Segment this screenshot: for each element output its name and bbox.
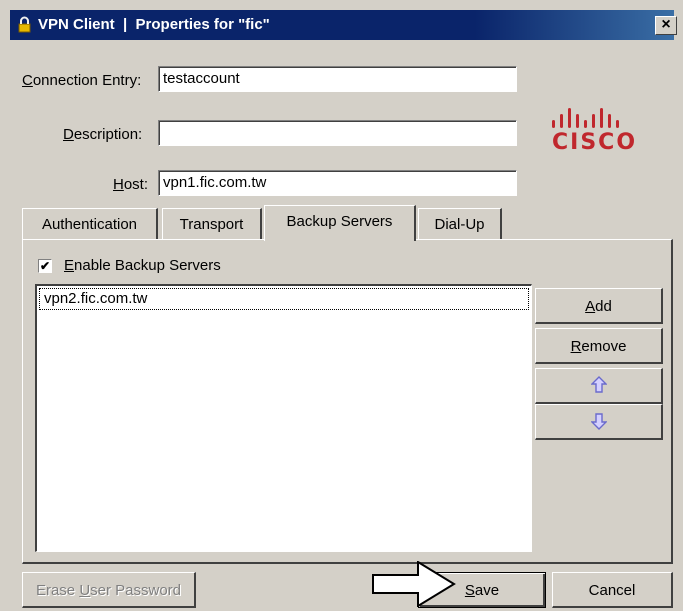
pointer-arrow-icon xyxy=(372,561,456,607)
cancel-button[interactable]: Cancel xyxy=(552,572,673,608)
arrow-up-icon xyxy=(589,376,608,393)
host-label: Host: xyxy=(113,176,149,193)
connection-entry-label: Connection Entry: xyxy=(22,72,142,89)
description-label: Description: xyxy=(63,126,143,143)
tab-dial-up[interactable]: Dial-Up xyxy=(418,208,502,240)
cisco-logo: CISCO xyxy=(550,108,660,156)
close-button[interactable]: × xyxy=(655,16,677,35)
host-field[interactable]: vpn1.fic.com.tw xyxy=(158,170,517,196)
remove-button[interactable]: Remove xyxy=(535,328,663,364)
enable-backup-checkbox[interactable]: ✔ xyxy=(38,259,52,273)
tab-authentication[interactable]: Authentication xyxy=(22,208,158,240)
move-down-button[interactable] xyxy=(535,404,663,440)
description-field[interactable] xyxy=(158,120,517,146)
padlock-icon xyxy=(18,16,31,33)
title-bar[interactable]: VPN Client | Properties for "fic" × xyxy=(10,10,677,40)
add-button[interactable]: Add xyxy=(535,288,663,324)
tab-backup-servers[interactable]: Backup Servers xyxy=(264,205,416,241)
vpn-properties-dialog: VPN Client | Properties for "fic" × Conn… xyxy=(0,0,683,611)
close-icon: × xyxy=(661,16,671,33)
arrow-down-icon xyxy=(589,413,608,430)
window-title: VPN Client | Properties for "fic" xyxy=(38,16,270,33)
backup-server-list[interactable]: vpn2.fic.com.tw xyxy=(35,284,532,552)
move-up-button[interactable] xyxy=(535,368,663,404)
connection-entry-field[interactable]: testaccount xyxy=(158,66,517,92)
enable-backup-label[interactable]: Enable Backup Servers xyxy=(64,257,221,274)
cisco-bars-icon xyxy=(552,108,619,128)
tab-transport[interactable]: Transport xyxy=(162,208,262,240)
cisco-wordmark: CISCO xyxy=(552,130,638,155)
erase-user-password-button[interactable]: Erase User Password xyxy=(22,572,196,608)
list-item[interactable]: vpn2.fic.com.tw xyxy=(39,288,529,310)
